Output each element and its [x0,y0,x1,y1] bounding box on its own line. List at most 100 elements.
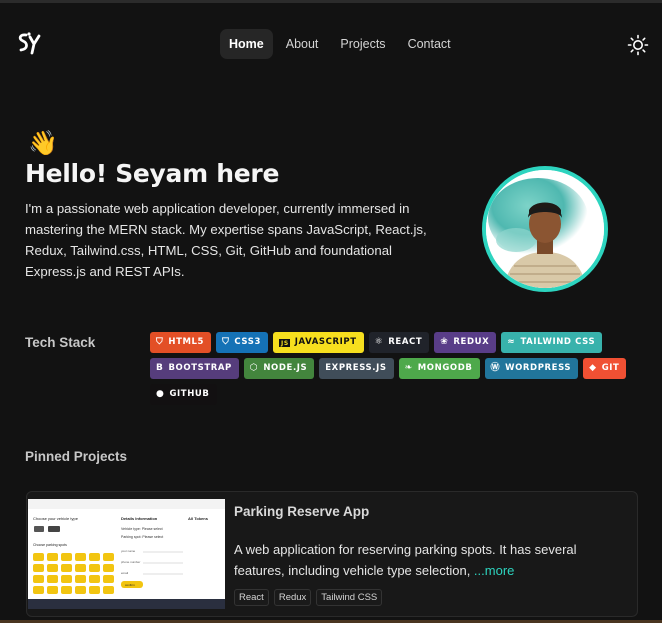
tech-badge: ● GITHUB [150,384,217,405]
project-description-text: A web application for reserving parking … [234,542,577,578]
css3-icon: ⛉ [222,337,230,347]
profile-photo [486,170,604,288]
parking-spot [33,553,44,561]
project-tags: React Redux Tailwind CSS [234,589,383,606]
nav-home[interactable]: Home [220,29,273,59]
tech-badge-label: REDUX [453,337,490,347]
tech-badge: B BOOTSTRAP [150,358,239,379]
mongodb-icon: ❧ [404,363,413,373]
nodejs-icon: ⬡ [249,363,259,373]
thumb-parking-line: Parking spot: Please select [121,535,163,539]
parking-spot [61,586,72,594]
thumb-field-3: email [121,571,129,575]
parking-spot [47,564,58,572]
tech-badge-label: MONGODB [417,363,473,373]
project-screenshot: Choose your vehicle type Details Informa… [28,499,225,609]
tech-stack-label: Tech Stack [25,335,96,350]
thumb-heading-right: All Tokens [188,516,209,521]
parking-spot [103,586,114,594]
waving-hand-icon: 👋 [28,129,58,157]
project-title[interactable]: Parking Reserve App [234,504,369,519]
logo[interactable] [16,31,44,57]
bootstrap-icon: B [156,363,164,373]
nav-projects[interactable]: Projects [331,29,394,59]
parking-spot [89,586,100,594]
thumb-heading-mid: Details Information [121,516,158,521]
git-icon: ◆ [589,363,597,373]
parking-spot [33,586,44,594]
theme-toggle-button[interactable] [626,33,650,57]
tech-badge-label: BOOTSTRAP [168,363,232,373]
parking-spot [61,575,72,583]
react-icon: ⚛ [374,337,384,347]
parking-spot [75,564,86,572]
tech-badge-label: EXPRESS.JS [325,363,387,373]
project-card[interactable]: Choose your vehicle type Details Informa… [26,491,638,617]
hero-title: Hello! Seyam here [25,159,280,188]
tech-badge: ❀ REDUX [434,332,497,353]
tech-badge-label: GITHUB [169,389,210,399]
main-nav: Home About Projects Contact [220,29,460,59]
tech-badge-label: JAVASCRIPT [294,337,357,347]
nav-about[interactable]: About [277,29,328,59]
pinned-projects-label: Pinned Projects [25,449,128,464]
parking-spot [47,553,58,561]
javascript-icon: JS [279,338,290,347]
parking-spot [61,564,72,572]
tag-redux: Redux [273,589,312,606]
tech-badge: JS JAVASCRIPT [273,332,364,353]
parking-spot [89,575,100,583]
tech-badge: ⬡ NODE.JS [243,358,315,379]
thumb-field-1: your name [121,549,136,553]
thumb-field-2: phone number [121,560,140,564]
parking-spot [33,564,44,572]
parking-spot [75,553,86,561]
tech-badge: ❧ MONGODB [398,358,480,379]
parking-spot [47,575,58,583]
redux-icon: ❀ [440,337,449,347]
tag-react: React [234,589,269,606]
tech-badge-label: WORDPRESS [505,363,572,373]
tech-badge-label: TAILWIND CSS [520,337,596,347]
tech-badge-label: HTML5 [168,337,205,347]
app-frame: Home About Projects Contact 👋 Hello! Sey… [0,0,662,623]
project-thumbnail[interactable]: Choose your vehicle type Details Informa… [28,499,225,609]
hero-description: I'm a passionate web application develop… [25,201,427,279]
parking-spot [61,553,72,561]
parking-spot [33,575,44,583]
read-more-link[interactable]: ...more [474,563,514,578]
github-icon: ● [156,389,165,399]
tech-badge-label: NODE.JS [263,363,308,373]
parking-spot [75,586,86,594]
tech-badge: ◆ GIT [583,358,627,379]
project-description: A web application for reserving parking … [234,539,629,581]
sun-icon [627,34,649,56]
parking-spot [103,575,114,583]
thumb-button: confirm [125,583,135,587]
tech-badge: Ⓦ WORDPRESS [484,358,579,379]
sy-logo-icon [18,32,41,55]
parking-spot [89,564,100,572]
site-header: Home About Projects Contact [0,28,662,62]
parking-spot [89,553,100,561]
tech-badge: ⚛ REACT [368,332,430,353]
tag-tailwind: Tailwind CSS [316,589,383,606]
parking-spot [75,575,86,583]
thumb-heading-left: Choose your vehicle type [33,516,79,521]
tech-badge-label: GIT [601,363,620,373]
profile-avatar [482,166,608,292]
tech-badge: ≈ TAILWIND CSS [501,332,603,353]
thumb-choose-spot: Choose parking spots [33,543,67,547]
html5-icon: ⛉ [156,337,164,347]
tech-badge: EXPRESS.JS [319,358,394,379]
tech-badges: ⛉ HTML5 ⛉ CSS3 JS JAVASCRIPT ⚛ REACT ❀ REDUX ≈ TAIL… [150,332,640,405]
wordpress-icon: Ⓦ [490,363,501,373]
tailwind-icon: ≈ [507,337,516,347]
parking-spot [103,564,114,572]
tech-badge-label: REACT [388,337,423,347]
parking-spot [47,586,58,594]
nav-contact[interactable]: Contact [399,29,460,59]
thumb-vehicle-line: Vehicle type: Please select [121,527,163,531]
tech-badge: ⛉ HTML5 [150,332,212,353]
tech-badge: ⛉ CSS3 [216,332,268,353]
